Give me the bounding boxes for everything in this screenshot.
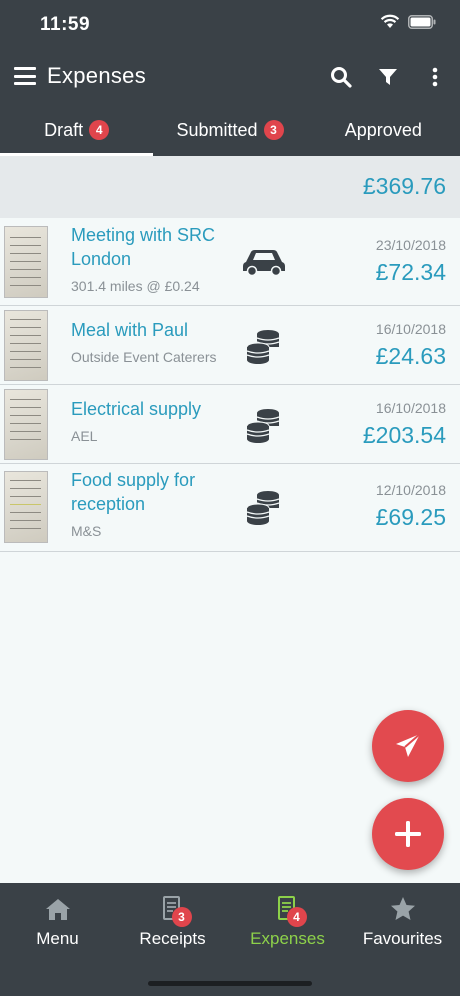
send-icon — [396, 733, 421, 757]
total-amount: £369.76 — [362, 173, 446, 199]
expense-title: Meal with Paul — [71, 320, 189, 340]
coins-icon — [246, 328, 282, 369]
expense-date: 16/10/2018 — [375, 321, 446, 337]
receipt-thumbnail — [4, 471, 48, 543]
wifi-icon — [380, 14, 400, 28]
expense-title: Electrical supply — [71, 399, 202, 419]
nav-badge: 3 — [171, 907, 192, 927]
tab-draft[interactable]: Draft 4 — [0, 104, 154, 156]
coins-icon — [246, 407, 282, 448]
nav-expenses[interactable]: 4 Expenses — [230, 883, 345, 996]
submit-button[interactable] — [372, 710, 444, 782]
expense-subtitle: Outside Event Caterers — [71, 349, 217, 365]
expense-list: Meeting with SRC London 301.4 miles @ £0… — [0, 218, 460, 552]
expense-subtitle: 301.4 miles @ £0.24 — [71, 278, 200, 294]
expense-title: Meeting with SRC London — [71, 225, 216, 269]
expense-subtitle: M&S — [71, 523, 102, 539]
tab-label: Approved — [344, 119, 422, 140]
bottom-nav: Menu 3 Receipts 4 Expenses Favourites — [0, 883, 460, 996]
tab-approved[interactable]: Approved — [307, 104, 460, 156]
tab-badge: 4 — [89, 120, 110, 140]
status-bar: 11:59 — [0, 0, 460, 50]
expense-amount: £24.63 — [375, 343, 446, 369]
nav-label: Favourites — [362, 929, 443, 948]
receipt-thumbnail — [4, 226, 48, 298]
filter-icon[interactable] — [375, 64, 401, 90]
nav-label: Expenses — [250, 929, 325, 948]
expense-title: Food supply for reception — [71, 470, 196, 514]
home-indicator — [148, 981, 312, 986]
nav-label: Receipts — [139, 929, 206, 948]
nav-favourites[interactable]: Favourites — [345, 883, 460, 996]
expenses-icon: 4 — [277, 895, 307, 927]
total-bar: £369.76 — [0, 156, 460, 218]
plus-icon — [395, 821, 421, 847]
receipt-thumbnail — [4, 389, 48, 460]
expense-row[interactable]: Meeting with SRC London 301.4 miles @ £0… — [0, 218, 460, 306]
add-expense-button[interactable] — [372, 798, 444, 870]
status-tabs: Draft 4 Submitted 3 Approved — [0, 104, 460, 156]
page-title: Expenses — [47, 63, 147, 88]
receipt-icon: 3 — [162, 895, 192, 927]
status-time: 11:59 — [40, 14, 91, 35]
expense-date: 16/10/2018 — [375, 400, 446, 416]
receipt-thumbnail — [4, 310, 48, 381]
nav-label: Menu — [36, 929, 79, 948]
expense-amount: £69.25 — [375, 504, 446, 530]
nav-badge: 4 — [286, 907, 307, 927]
battery-icon — [408, 14, 436, 29]
app-bar: Expenses — [0, 50, 460, 104]
car-icon — [242, 248, 286, 281]
tab-submitted[interactable]: Submitted 3 — [153, 104, 306, 156]
expense-row[interactable]: Electrical supply AEL 16/10/2018 £203.54 — [0, 385, 460, 464]
tab-label: Submitted — [176, 119, 258, 140]
coins-icon — [246, 489, 282, 530]
nav-menu[interactable]: Menu — [0, 883, 115, 996]
expense-row[interactable]: Meal with Paul Outside Event Caterers 16… — [0, 306, 460, 385]
home-icon — [45, 895, 71, 923]
menu-icon[interactable] — [14, 65, 36, 87]
expense-row[interactable]: Food supply for reception M&S 12/10/2018… — [0, 464, 460, 552]
status-icons — [380, 14, 436, 29]
expense-amount: £72.34 — [375, 259, 446, 285]
expense-subtitle: AEL — [71, 428, 98, 444]
expense-date: 23/10/2018 — [375, 237, 446, 253]
tab-label: Draft — [44, 119, 84, 140]
nav-receipts[interactable]: 3 Receipts — [115, 883, 230, 996]
tab-badge: 3 — [263, 120, 284, 140]
star-icon — [390, 895, 416, 923]
more-options-icon[interactable] — [422, 64, 448, 90]
expense-amount: £203.54 — [362, 422, 446, 448]
search-icon[interactable] — [328, 64, 354, 90]
expense-date: 12/10/2018 — [375, 482, 446, 498]
